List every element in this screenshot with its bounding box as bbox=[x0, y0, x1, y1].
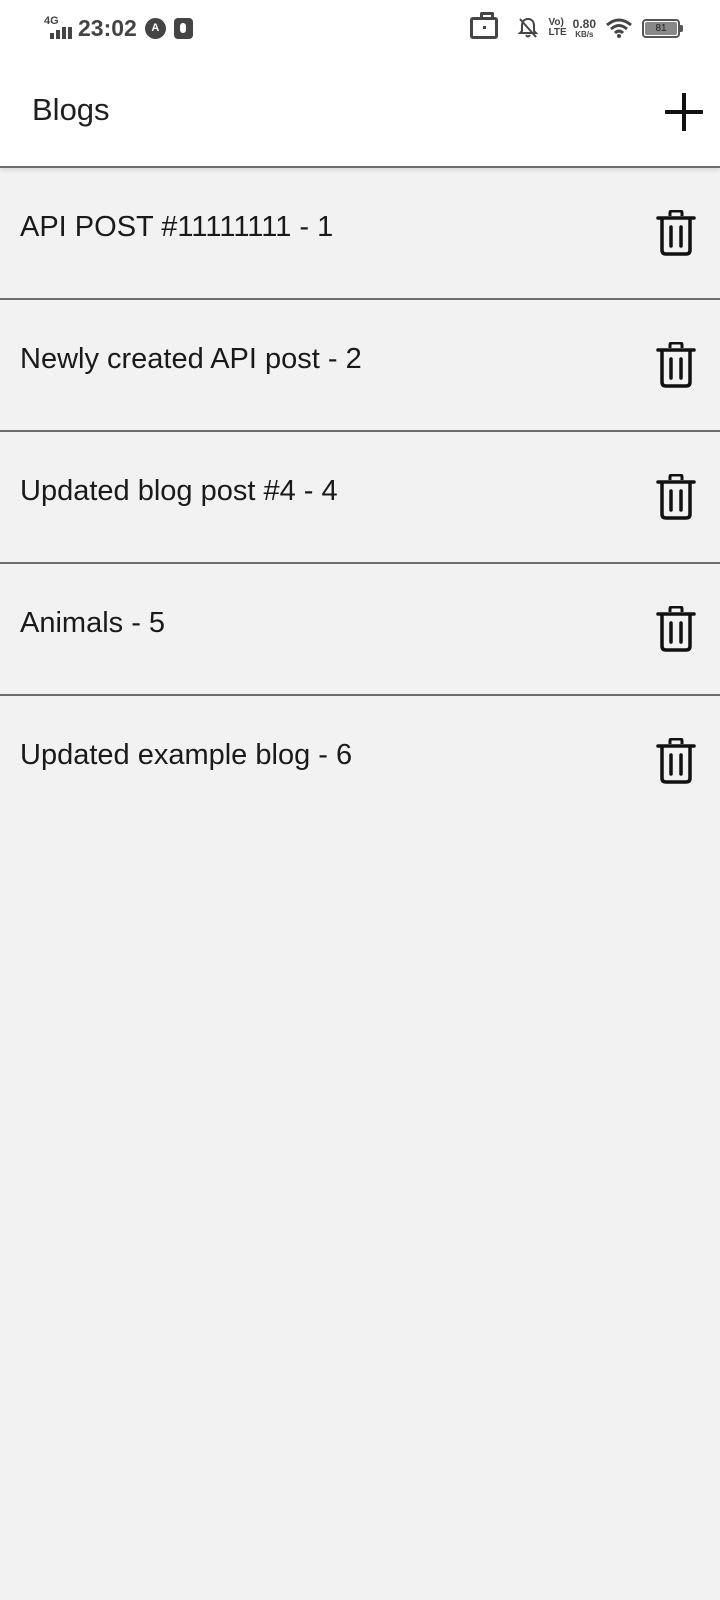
add-blog-button[interactable] bbox=[656, 84, 712, 140]
wifi-icon bbox=[606, 18, 632, 38]
app-bar: Blogs bbox=[0, 56, 720, 168]
volte-icon: Vo) LTE bbox=[548, 18, 566, 38]
volte-bottom-label: LTE bbox=[548, 27, 567, 38]
blog-list-item[interactable]: Animals - 5 bbox=[0, 564, 720, 696]
battery-icon: 81 bbox=[642, 18, 683, 38]
signal-icon: 4G bbox=[44, 16, 74, 40]
delete-blog-button[interactable] bbox=[648, 337, 704, 393]
status-bar: 4G 23:02 A Vo) LTE 0.80 KB/s 81 bbox=[0, 0, 720, 56]
blog-list-item[interactable]: Updated blog post #4 - 4 bbox=[0, 432, 720, 564]
bell-off-icon bbox=[518, 17, 539, 39]
trash-icon bbox=[656, 210, 696, 256]
notification-a-icon: A bbox=[144, 17, 166, 39]
delete-blog-button[interactable] bbox=[648, 469, 704, 525]
trash-icon bbox=[656, 342, 696, 388]
page-title: Blogs bbox=[32, 92, 110, 127]
plus-icon bbox=[665, 93, 703, 131]
blog-list: API POST #11111111 - 1 Newly created API… bbox=[0, 168, 720, 828]
blog-title: Updated example blog - 6 bbox=[20, 739, 353, 771]
status-left: 4G 23:02 A bbox=[44, 15, 193, 42]
status-time: 23:02 bbox=[78, 14, 137, 41]
briefcase-icon bbox=[470, 12, 499, 39]
delete-blog-button[interactable] bbox=[648, 733, 704, 789]
blog-list-item[interactable]: Updated example blog - 6 bbox=[0, 696, 720, 828]
blog-list-item[interactable]: Newly created API post - 2 bbox=[0, 300, 720, 432]
status-right: Vo) LTE 0.80 KB/s 81 bbox=[470, 12, 683, 39]
blog-title: Updated blog post #4 - 4 bbox=[20, 475, 338, 507]
network-type: 4G bbox=[44, 15, 59, 27]
speed-unit: KB/s bbox=[575, 29, 594, 39]
trash-icon bbox=[656, 606, 696, 652]
trash-icon bbox=[656, 474, 696, 520]
blog-title: Newly created API post - 2 bbox=[20, 343, 362, 375]
battery-level: 81 bbox=[645, 21, 677, 35]
speed-value: 0.80 bbox=[572, 16, 596, 31]
network-speed: 0.80 KB/s bbox=[573, 18, 596, 39]
blog-title: API POST #11111111 - 1 bbox=[20, 211, 334, 243]
blog-list-item[interactable]: API POST #11111111 - 1 bbox=[0, 168, 720, 300]
trash-icon bbox=[656, 738, 696, 784]
delete-blog-button[interactable] bbox=[648, 205, 704, 261]
delete-blog-button[interactable] bbox=[648, 601, 704, 657]
blog-title: Animals - 5 bbox=[20, 607, 166, 639]
mic-icon bbox=[173, 17, 193, 39]
